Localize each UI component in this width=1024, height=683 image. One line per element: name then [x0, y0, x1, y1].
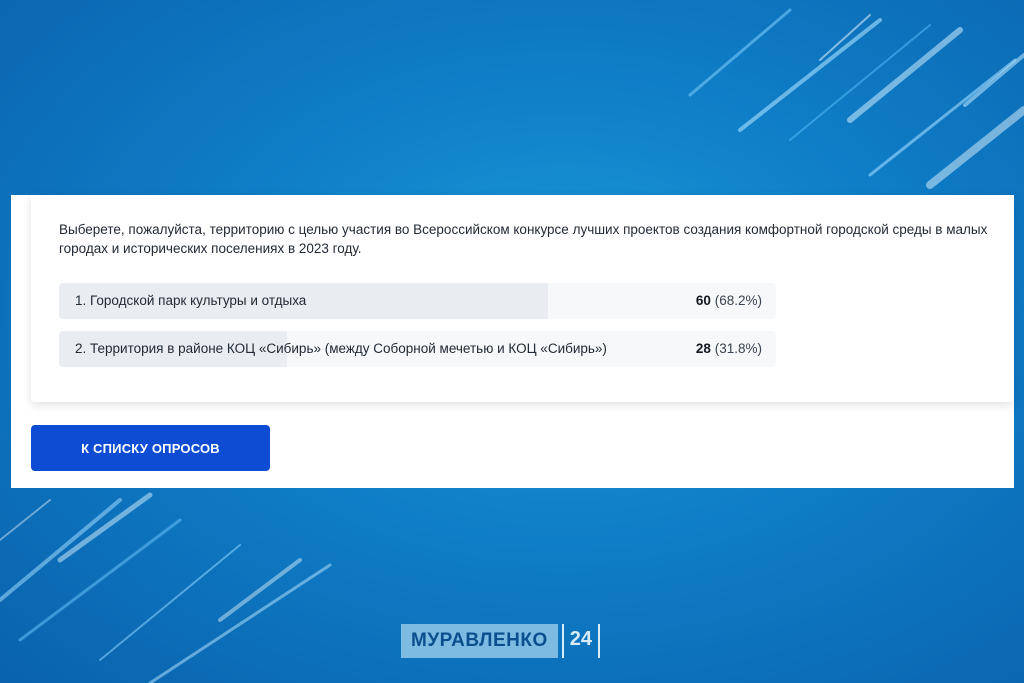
back-to-polls-button[interactable]: К СПИСКУ ОПРОСОВ [31, 425, 270, 471]
poll-option-2: 2. Территория в районе КОЦ «Сибирь» (меж… [59, 331, 776, 367]
poll-option-1: 1. Городской парк культуры и отдыха 60 (… [59, 283, 776, 319]
poll-option-label: 2. Территория в районе КОЦ «Сибирь» (меж… [75, 341, 607, 356]
poll-question: Выберете, пожалуйста, территорию с целью… [59, 222, 988, 256]
poll-option-result: 28 (31.8%) [696, 331, 762, 367]
poll-option-percent: (31.8%) [714, 341, 762, 356]
poll-option-result: 60 (68.2%) [696, 283, 762, 319]
poll-option-votes: 28 [695, 341, 711, 356]
logo-name: МУРАВЛЕНКО [401, 624, 558, 658]
logo-number: 24 [561, 624, 600, 658]
site-logo: МУРАВЛЕНКО 24 [401, 624, 600, 658]
poll-option-percent: (68.2%) [714, 293, 762, 308]
poll-option-label: 1. Городской парк культуры и отдыха [75, 293, 307, 308]
poll-option-votes: 60 [695, 293, 711, 308]
poll-results-panel: Выберете, пожалуйста, территорию с целью… [11, 195, 1014, 488]
poll-card: Выберете, пожалуйста, территорию с целью… [31, 195, 1014, 402]
